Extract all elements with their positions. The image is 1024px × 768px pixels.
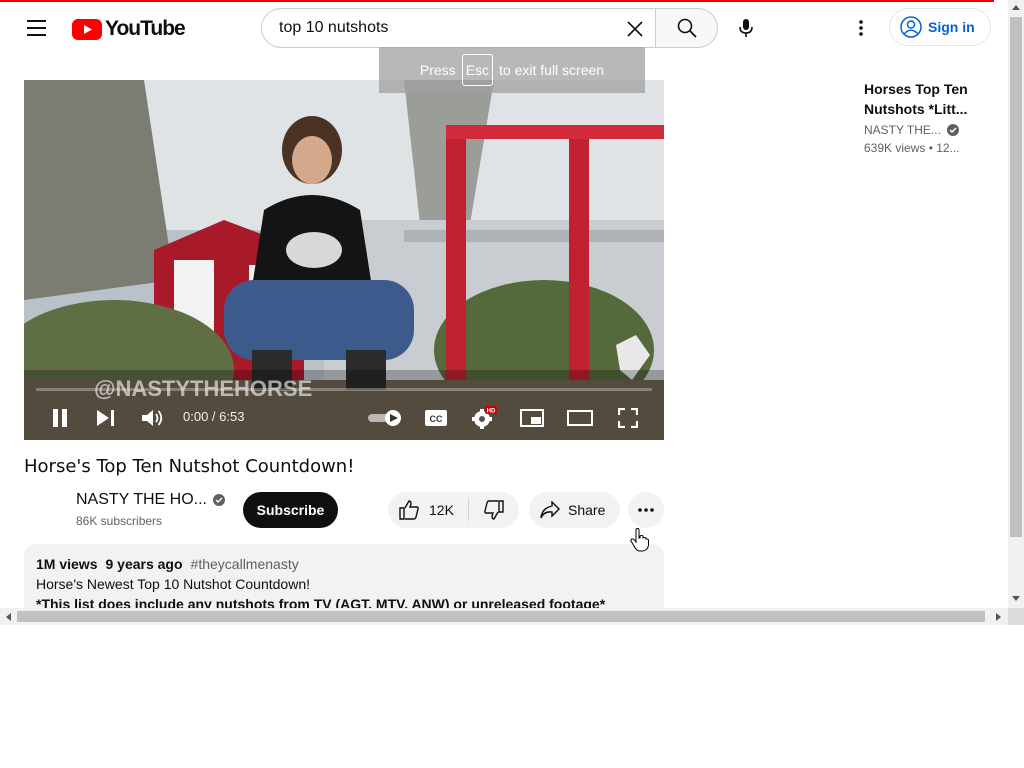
- scrollbar-corner: [1008, 608, 1024, 625]
- search-input[interactable]: top 10 nutshots: [261, 8, 655, 48]
- description-line: *This list does include any nutshots fro…: [36, 596, 606, 608]
- close-icon: [627, 21, 643, 37]
- autoplay-toggle-icon: [368, 410, 401, 426]
- sign-in-label: Sign in: [928, 19, 975, 35]
- hint-rest: to exit full screen: [499, 62, 605, 78]
- voice-search-button[interactable]: [728, 10, 764, 46]
- sign-in-button[interactable]: Sign in: [889, 8, 991, 46]
- hint-press: Press: [419, 62, 456, 78]
- dislike-button[interactable]: [469, 492, 519, 528]
- autoplay-toggle[interactable]: [367, 404, 403, 432]
- related-stats: 639K views • 12...: [864, 141, 974, 155]
- like-button[interactable]: 12K: [388, 492, 468, 528]
- verified-check-icon: [213, 494, 225, 506]
- like-dislike-bar: 12K: [388, 492, 519, 528]
- pause-icon: [53, 409, 67, 427]
- volume-icon: [142, 410, 163, 426]
- channel-name[interactable]: NASTY THE HO...: [76, 491, 225, 509]
- settings-button[interactable]: HD: [468, 404, 500, 432]
- settings-more-button[interactable]: [846, 10, 876, 46]
- theater-mode-button[interactable]: [564, 404, 596, 432]
- scroll-down-arrow-icon[interactable]: [1012, 596, 1020, 602]
- scroll-up-arrow-icon[interactable]: [1012, 4, 1020, 10]
- verified-check-icon: [946, 124, 959, 136]
- page-viewport: YouTube top 10 nutshots Sign in @NASTYTH…: [0, 0, 1008, 608]
- next-button[interactable]: [90, 404, 122, 432]
- description-box[interactable]: 1M views 9 years ago #theycallmenasty Ho…: [24, 544, 664, 608]
- search-icon: [677, 18, 697, 38]
- fullscreen-button[interactable]: [612, 404, 644, 432]
- menu-icon-bar: [27, 20, 46, 22]
- upload-age: 9 years ago: [105, 556, 183, 572]
- youtube-logo[interactable]: YouTube: [72, 17, 186, 41]
- fullscreen-exit-hint: Press Esc to exit full screen: [379, 47, 645, 93]
- horizontal-scroll-thumb[interactable]: [17, 611, 985, 622]
- more-actions-button[interactable]: [628, 492, 664, 528]
- share-icon: [540, 501, 560, 519]
- scroll-left-arrow-icon[interactable]: [5, 613, 11, 621]
- menu-icon-bar: [27, 27, 46, 29]
- miniplayer-icon: [520, 409, 544, 427]
- related-video-title[interactable]: Horses Top Ten Nutshots *Litt...: [864, 79, 974, 119]
- related-title-line: Nutshots *Litt...: [864, 101, 968, 117]
- mute-button[interactable]: [137, 404, 169, 432]
- related-age: • 12...: [928, 141, 960, 155]
- thumbs-down-icon: [484, 500, 504, 520]
- related-title-line: Horses Top Ten: [864, 81, 968, 97]
- channel-name-text[interactable]: NASTY THE HO...: [76, 491, 207, 509]
- like-count: 12K: [429, 502, 454, 518]
- related-video-item[interactable]: Horses Top Ten Nutshots *Litt... NASTY T…: [864, 79, 974, 155]
- account-icon: [900, 16, 922, 38]
- subscriber-count: 86K subscribers: [76, 514, 163, 528]
- thumbs-up-icon: [399, 500, 419, 520]
- related-views: 639K views: [864, 141, 926, 155]
- subtitles-button[interactable]: CC: [420, 404, 452, 432]
- description-line: Horse's Newest Top 10 Nutshot Countdown!: [36, 576, 311, 592]
- menu-icon-bar: [27, 34, 46, 36]
- guide-menu-button[interactable]: [20, 10, 52, 46]
- view-count: 1M views: [36, 556, 98, 572]
- gear-icon: HD: [472, 406, 497, 429]
- pause-button[interactable]: [44, 404, 76, 432]
- esc-key-label: Esc: [461, 54, 494, 86]
- player-controls: 0:00 / 6:53 CC HD: [24, 396, 664, 440]
- fullscreen-icon: [618, 408, 638, 428]
- microphone-icon: [739, 19, 753, 37]
- video-player[interactable]: @NASTYTHEHORSE 0:00 / 6:53 CC HD: [24, 80, 664, 440]
- share-button[interactable]: Share: [529, 492, 620, 528]
- more-horizontal-icon: [638, 508, 654, 512]
- progress-bar[interactable]: [36, 388, 652, 391]
- svg-text:CC: CC: [430, 414, 443, 424]
- video-title: Horse's Top Ten Nutshot Countdown!: [24, 456, 355, 477]
- vertical-scrollbar[interactable]: [1008, 0, 1024, 608]
- clear-search-button[interactable]: [621, 15, 649, 43]
- related-channel-name: NASTY THE...: [864, 123, 941, 137]
- miniplayer-button[interactable]: [516, 404, 548, 432]
- description-meta: 1M views 9 years ago #theycallmenasty: [36, 556, 652, 572]
- share-label: Share: [568, 502, 606, 518]
- youtube-play-icon: [72, 18, 102, 40]
- hand-cursor-icon: [630, 528, 649, 552]
- hd-badge: HD: [487, 409, 496, 415]
- closed-captions-icon: CC: [425, 410, 447, 426]
- time-display: 0:00 / 6:53: [183, 409, 245, 424]
- vertical-scroll-thumb[interactable]: [1010, 17, 1022, 537]
- horizontal-scrollbar[interactable]: [0, 608, 1008, 625]
- hashtag-link[interactable]: #theycallmenasty: [191, 556, 299, 572]
- more-vertical-icon: [859, 20, 863, 36]
- theater-icon: [567, 410, 593, 426]
- skip-next-icon: [97, 410, 114, 426]
- search-button[interactable]: [655, 8, 718, 48]
- logo-text: YouTube: [105, 17, 186, 40]
- related-channel: NASTY THE...: [864, 123, 974, 137]
- subscribe-button[interactable]: Subscribe: [243, 492, 338, 528]
- scroll-right-arrow-icon[interactable]: [996, 613, 1002, 621]
- search-query[interactable]: top 10 nutshots: [279, 19, 388, 37]
